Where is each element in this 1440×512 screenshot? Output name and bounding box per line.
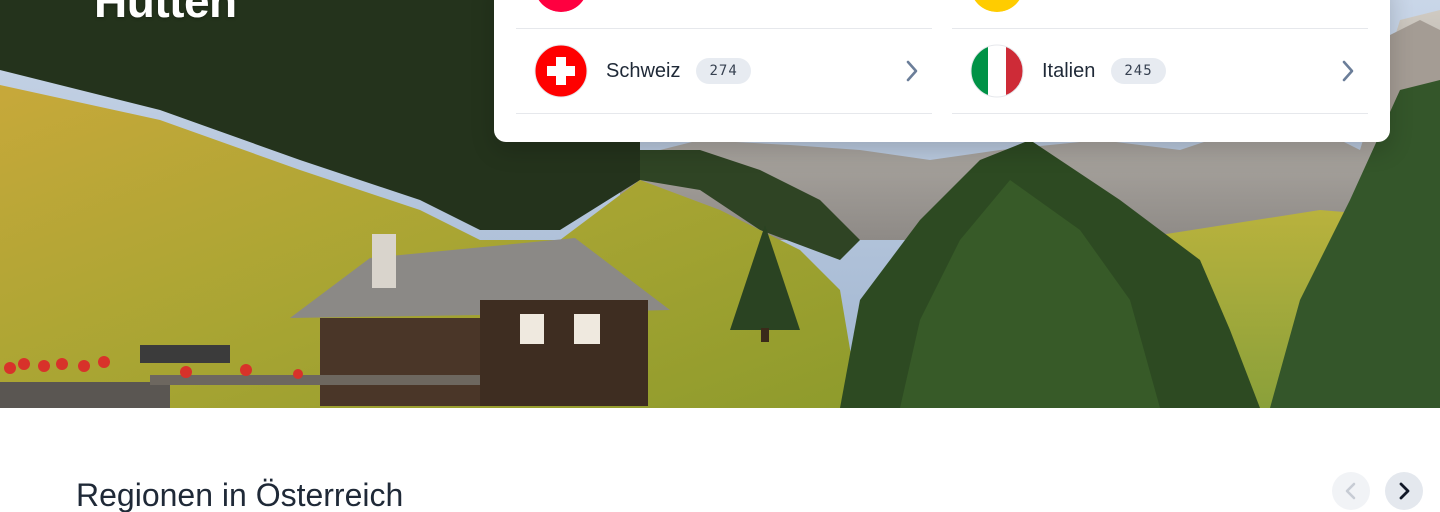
count-badge-schweiz: 274 bbox=[696, 58, 751, 84]
country-selector-card: Schweiz 274 Italien 245 bbox=[494, 0, 1390, 142]
country-row-schweiz[interactable]: Schweiz 274 bbox=[516, 28, 932, 114]
chevron-left-icon bbox=[1345, 482, 1356, 500]
country-name-italien: Italien bbox=[1042, 59, 1096, 82]
country-row-austria[interactable] bbox=[516, 0, 932, 28]
regions-section-title: Regionen in Österreich bbox=[76, 477, 404, 512]
country-name-schweiz: Schweiz bbox=[606, 59, 681, 82]
austria-flag-icon bbox=[534, 0, 588, 12]
carousel-prev-button[interactable] bbox=[1332, 472, 1370, 510]
hero-title: Hütten bbox=[94, 0, 237, 27]
country-row-germany[interactable] bbox=[952, 0, 1368, 28]
italy-flag-icon bbox=[970, 44, 1024, 98]
page: Hütten Schweiz 274 Italien 245 Regionen … bbox=[0, 0, 1440, 512]
chevron-right-icon bbox=[1342, 60, 1354, 82]
chevron-right-icon bbox=[1399, 482, 1410, 500]
chevron-right-icon bbox=[906, 60, 918, 82]
carousel-next-button[interactable] bbox=[1385, 472, 1423, 510]
germany-flag-icon bbox=[970, 0, 1024, 12]
swiss-flag-icon bbox=[534, 44, 588, 98]
count-badge-italien: 245 bbox=[1111, 58, 1166, 84]
country-row-italien[interactable]: Italien 245 bbox=[952, 28, 1368, 114]
